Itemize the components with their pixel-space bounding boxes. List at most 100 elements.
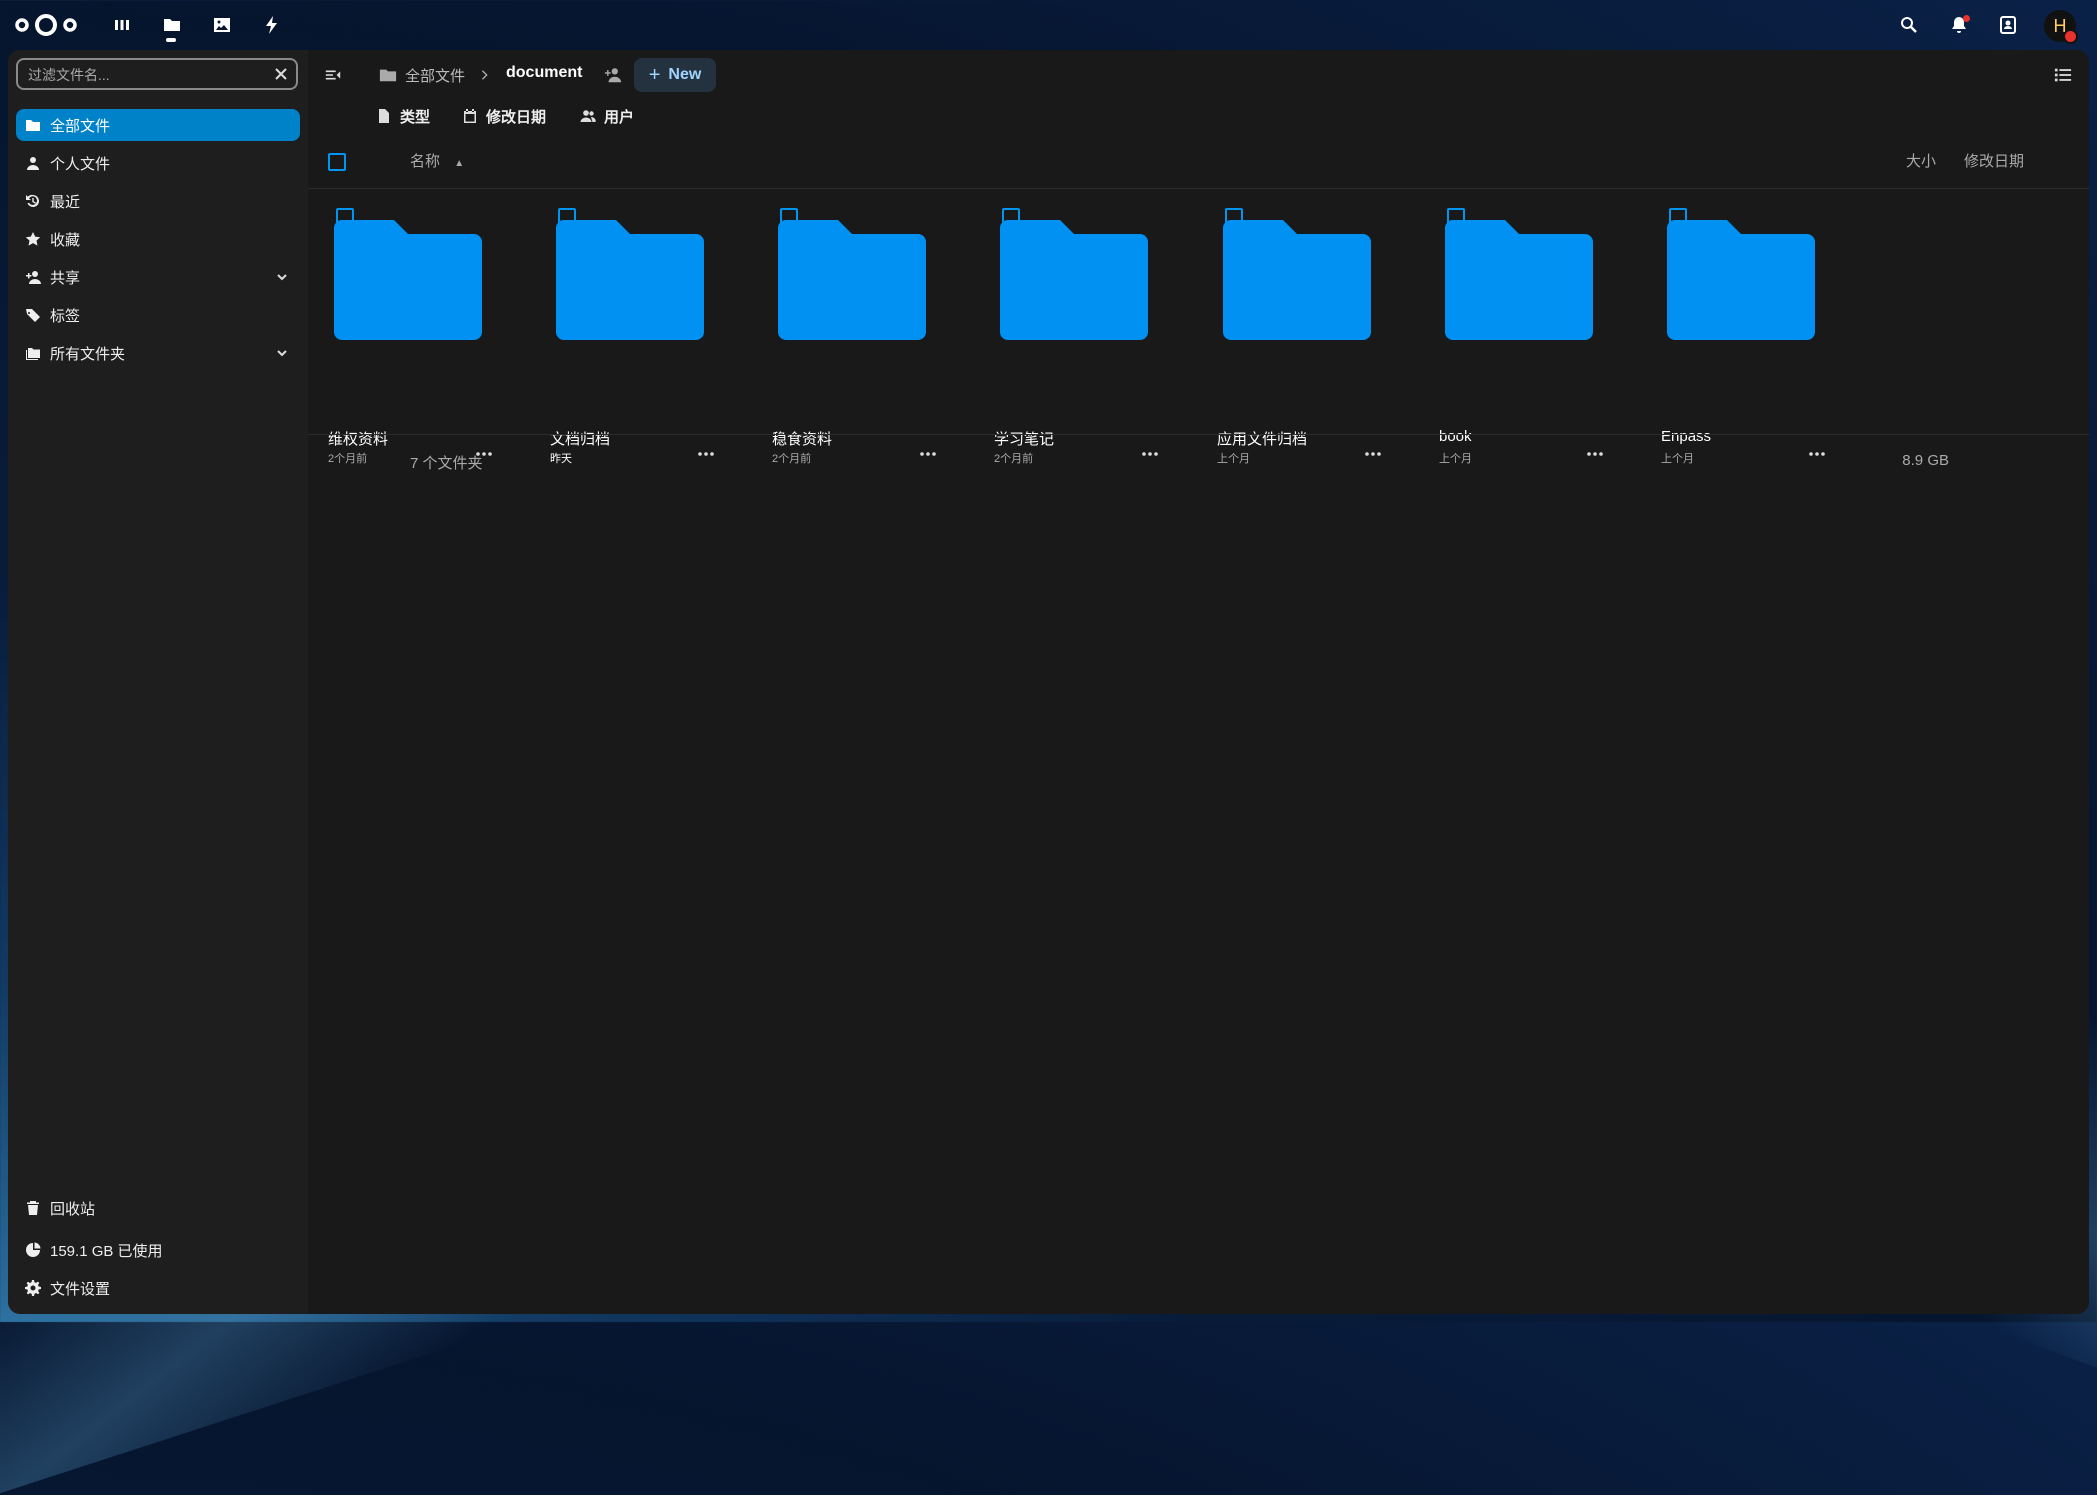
bell-icon[interactable] <box>1945 12 1973 38</box>
column-name-label: 名称 <box>410 153 441 170</box>
header-divider <box>308 188 2089 189</box>
sidebar-toggle-icon[interactable] <box>322 64 344 86</box>
plus-icon: + <box>648 63 661 86</box>
photo-icon[interactable] <box>209 12 235 38</box>
users-icon <box>580 110 596 122</box>
folder-name[interactable]: Enpass <box>1661 428 1711 445</box>
notification-dot <box>1963 15 1970 22</box>
sidebar-item-favorites[interactable]: 收藏 <box>16 223 300 255</box>
sidebar-item-label: 回收站 <box>50 1200 96 1218</box>
dashboard-icon[interactable] <box>109 12 135 38</box>
folder-name[interactable]: 维权资料 <box>328 428 388 449</box>
active-app-indicator <box>166 38 176 42</box>
sidebar-item-personal-files[interactable]: 个人文件 <box>16 147 300 179</box>
folders-icon <box>24 344 42 362</box>
folder-icon[interactable] <box>378 65 398 85</box>
total-size: 8.9 GB <box>1902 452 1949 469</box>
breadcrumb-root[interactable]: 全部文件 <box>405 65 465 86</box>
folder-icon[interactable] <box>1667 220 1815 340</box>
folder-date: 2个月前 <box>328 453 368 465</box>
filter-box <box>16 58 298 90</box>
contacts-icon[interactable] <box>1994 12 2022 38</box>
folder-tile[interactable]: 维权资料 2个月前 <box>322 198 544 465</box>
folder-name[interactable]: 稳食资料 <box>772 428 832 449</box>
tag-icon <box>24 306 42 324</box>
filter-modified-button[interactable]: 修改日期 <box>462 100 546 132</box>
file-icon <box>379 109 389 123</box>
folder-date: 上个月 <box>1661 453 1694 465</box>
filter-type-label: 类型 <box>400 108 431 126</box>
sidebar-item-label: 个人文件 <box>50 155 111 173</box>
more-actions-icon[interactable] <box>1807 444 1827 464</box>
sidebar-item-all-files[interactable]: 全部文件 <box>16 109 300 141</box>
more-actions-icon[interactable] <box>1585 444 1605 464</box>
folder-name[interactable]: book <box>1439 428 1472 445</box>
sidebar: 全部文件 个人文件 最近 收藏 共享 标签 所有文件夹 回收站 159.1 GB… <box>8 50 308 1314</box>
filter-input[interactable] <box>26 64 270 86</box>
sidebar-item-file-settings[interactable]: 文件设置 <box>16 1272 300 1304</box>
user-avatar[interactable]: H <box>2044 10 2078 44</box>
new-button-label: New <box>668 66 702 83</box>
chevron-down-icon[interactable] <box>274 345 290 361</box>
sidebar-item-label: 最近 <box>50 193 81 211</box>
folder-tile[interactable]: Enpass 上个月 <box>1655 198 1877 465</box>
folder-date: 上个月 <box>1439 453 1472 465</box>
sidebar-item-recent[interactable]: 最近 <box>16 185 300 217</box>
chevron-right-icon <box>478 68 492 82</box>
calendar-icon <box>464 109 476 123</box>
sidebar-item-label: 收藏 <box>50 231 81 249</box>
folder-name[interactable]: 文档归档 <box>550 428 610 449</box>
more-actions-icon[interactable] <box>696 444 716 464</box>
folder-tile[interactable]: book 上个月 <box>1433 198 1655 465</box>
star-icon <box>24 230 42 248</box>
folder-tile[interactable]: 稳食资料 2个月前 <box>766 198 988 465</box>
column-header-modified[interactable]: 修改日期 <box>1964 150 2024 171</box>
folder-icon[interactable] <box>1445 220 1593 340</box>
folder-tile[interactable]: 文档归档 昨天 <box>544 198 766 465</box>
sidebar-item-all-folders[interactable]: 所有文件夹 <box>16 337 300 369</box>
more-actions-icon[interactable] <box>1140 444 1160 464</box>
quota-text: 159.1 GB 已使用 <box>50 1242 163 1260</box>
sidebar-item-label: 标签 <box>50 307 81 325</box>
search-icon[interactable] <box>1895 12 1923 38</box>
folder-name[interactable]: 应用文件归档 <box>1217 428 1307 449</box>
column-header-name[interactable]: 名称 ▲ <box>410 150 464 171</box>
list-view-icon[interactable] <box>2052 64 2074 86</box>
close-icon[interactable] <box>272 65 290 83</box>
share-icon[interactable] <box>602 64 624 86</box>
nextcloud-logo-icon[interactable] <box>14 12 78 38</box>
select-all-checkbox[interactable] <box>328 153 346 171</box>
folder-icon[interactable] <box>1223 220 1371 340</box>
lightning-icon[interactable] <box>259 12 285 38</box>
main-content: 全部文件 document + New 类型 修改日期 用户 名称 ▲ 大小 修… <box>308 50 2089 1314</box>
sidebar-item-shares[interactable]: 共享 <box>16 261 300 293</box>
filter-user-button[interactable]: 用户 <box>580 100 634 132</box>
sidebar-item-tags[interactable]: 标签 <box>16 299 300 331</box>
filter-modified-label: 修改日期 <box>486 108 547 126</box>
folder-icon[interactable] <box>556 220 704 340</box>
folder-tile[interactable]: 应用文件归档 上个月 <box>1211 198 1433 465</box>
new-button[interactable]: + New <box>634 58 716 92</box>
folder-icon[interactable] <box>334 220 482 340</box>
folder-name[interactable]: 学习笔记 <box>994 428 1054 449</box>
folder-tile[interactable]: 学习笔记 2个月前 <box>988 198 1210 465</box>
sidebar-item-trash[interactable]: 回收站 <box>16 1192 300 1224</box>
folder-icon[interactable] <box>1000 220 1148 340</box>
chevron-down-icon[interactable] <box>274 269 290 285</box>
gear-icon <box>24 1279 42 1297</box>
trash-icon <box>24 1199 42 1217</box>
folder-icon[interactable] <box>778 220 926 340</box>
share-icon <box>24 268 42 286</box>
breadcrumb-current[interactable]: document <box>506 64 582 82</box>
files-app-icon[interactable] <box>159 12 185 38</box>
folder-date: 2个月前 <box>994 453 1034 465</box>
filter-type-button[interactable]: 类型 <box>376 100 430 132</box>
more-actions-icon[interactable] <box>918 444 938 464</box>
sidebar-item-label: 共享 <box>50 269 81 287</box>
more-actions-icon[interactable] <box>1363 444 1383 464</box>
column-header-size[interactable]: 大小 <box>1906 150 1936 171</box>
folder-icon <box>24 116 42 134</box>
status-dot <box>2063 29 2078 44</box>
sidebar-item-label: 文件设置 <box>50 1280 111 1298</box>
folder-date: 昨天 <box>550 453 572 465</box>
